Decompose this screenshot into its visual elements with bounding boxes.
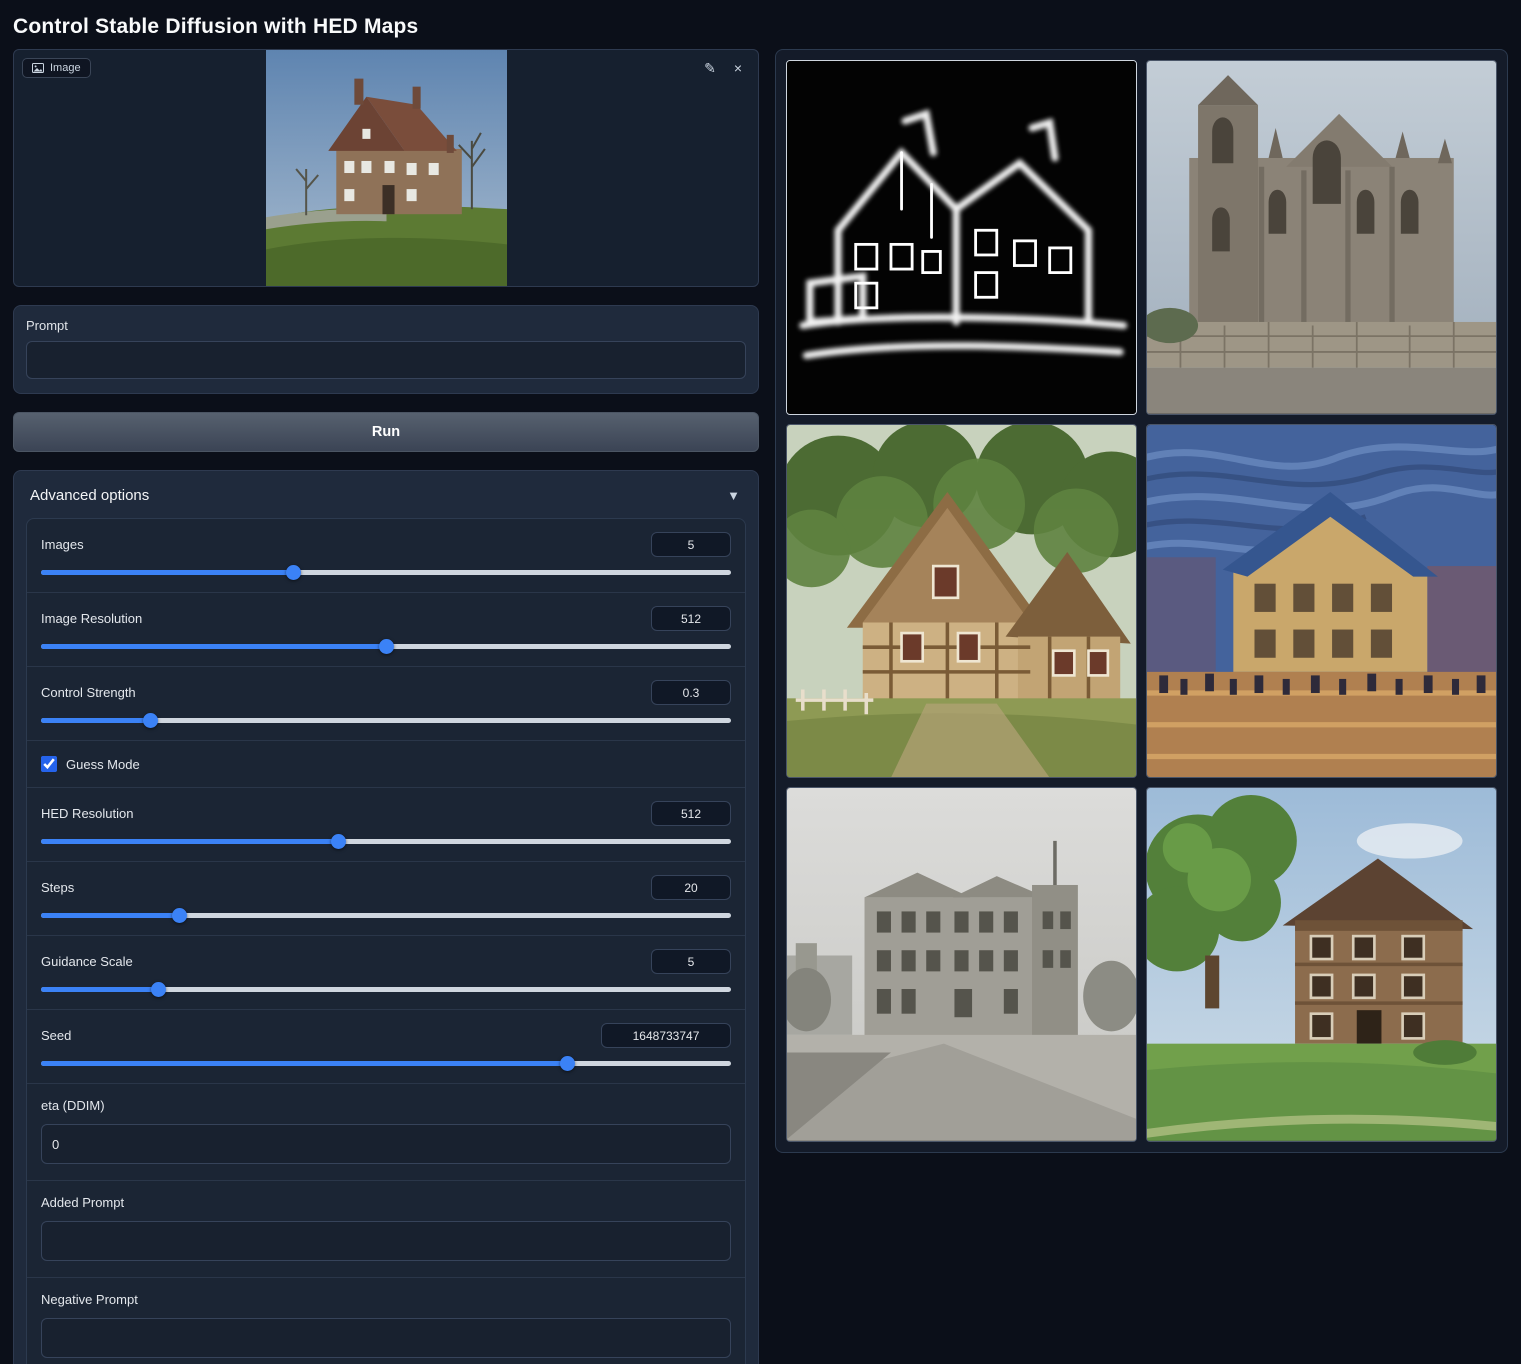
guidance-scale-slider-handle[interactable] (151, 982, 166, 997)
seed-slider-handle[interactable] (560, 1056, 575, 1071)
gallery-item-wooden-cottage[interactable] (786, 424, 1137, 779)
images-slider-row: Images (27, 519, 745, 592)
steps-label: Steps (41, 880, 74, 895)
steps-slider[interactable] (41, 913, 731, 918)
seed-slider[interactable] (41, 1061, 731, 1066)
page-title: Control Stable Diffusion with HED Maps (0, 0, 1521, 49)
edit-image-button[interactable]: ✎ (698, 56, 722, 80)
controls-column: Image ✎ × (13, 49, 759, 1364)
image-resolution-slider-handle[interactable] (379, 639, 394, 654)
image-upload-component[interactable]: Image ✎ × (13, 49, 759, 287)
image-resolution-value-input[interactable] (651, 606, 731, 631)
image-resolution-label: Image Resolution (41, 611, 142, 626)
clear-image-button[interactable]: × (726, 56, 750, 80)
guidance-scale-label: Guidance Scale (41, 954, 133, 969)
close-icon: × (734, 60, 742, 76)
prompt-input[interactable] (26, 341, 746, 379)
gallery-item-stone-cathedral[interactable] (1146, 60, 1497, 415)
images-value-input[interactable] (651, 532, 731, 557)
control-strength-label: Control Strength (41, 685, 136, 700)
images-label: Images (41, 537, 84, 552)
seed-value-input[interactable] (601, 1023, 731, 1048)
hed-resolution-slider[interactable] (41, 839, 731, 844)
guess-mode-checkbox[interactable] (41, 756, 57, 772)
image-icon (32, 62, 44, 74)
gallery-item-vintage-building[interactable] (786, 787, 1137, 1142)
negative-prompt-row: Negative Prompt (27, 1277, 745, 1364)
guess-mode-label[interactable]: Guess Mode (66, 757, 140, 772)
prompt-block: Prompt (13, 305, 759, 394)
steps-slider-row: Steps (27, 861, 745, 935)
added-prompt-row: Added Prompt (27, 1180, 745, 1277)
pencil-icon: ✎ (704, 60, 716, 77)
guidance-scale-value-input[interactable] (651, 949, 731, 974)
advanced-options-form: Images Image Resolution (26, 518, 746, 1364)
advanced-options-title: Advanced options (30, 487, 149, 504)
control-strength-slider-handle[interactable] (143, 713, 158, 728)
eta-row: eta (DDIM) (27, 1083, 745, 1180)
eta-input[interactable] (41, 1124, 731, 1164)
advanced-options-panel: Advanced options ▼ Images (13, 470, 759, 1364)
eta-label: eta (DDIM) (41, 1098, 105, 1113)
chevron-down-icon: ▼ (727, 488, 740, 503)
image-resolution-slider[interactable] (41, 644, 731, 649)
image-resolution-slider-row: Image Resolution (27, 592, 745, 666)
control-strength-slider[interactable] (41, 718, 731, 723)
seed-label: Seed (41, 1028, 71, 1043)
advanced-options-accordion[interactable]: Advanced options ▼ (26, 483, 746, 518)
output-gallery (775, 49, 1508, 1153)
gallery-item-hed-edge-map[interactable] (786, 60, 1137, 415)
negative-prompt-input[interactable] (41, 1318, 731, 1358)
added-prompt-input[interactable] (41, 1221, 731, 1261)
guidance-scale-slider-row: Guidance Scale (27, 935, 745, 1009)
prompt-label: Prompt (26, 318, 746, 333)
negative-prompt-label: Negative Prompt (41, 1292, 138, 1307)
image-label: Image (50, 62, 81, 74)
uploaded-house-photo (266, 49, 507, 287)
control-strength-slider-row: Control Strength (27, 666, 745, 740)
control-strength-value-input[interactable] (651, 680, 731, 705)
seed-slider-row: Seed (27, 1009, 745, 1083)
hed-resolution-slider-row: HED Resolution (27, 787, 745, 861)
gallery-item-painted-building[interactable] (1146, 424, 1497, 779)
guess-mode-row: Guess Mode (27, 740, 745, 787)
hed-resolution-slider-handle[interactable] (331, 834, 346, 849)
added-prompt-label: Added Prompt (41, 1195, 124, 1210)
steps-value-input[interactable] (651, 875, 731, 900)
run-button[interactable]: Run (13, 412, 759, 452)
images-slider[interactable] (41, 570, 731, 575)
gallery-item-country-house[interactable] (1146, 787, 1497, 1142)
image-label-badge: Image (22, 58, 91, 78)
app-window: Control Stable Diffusion with HED Maps I… (0, 0, 1521, 1364)
steps-slider-handle[interactable] (172, 908, 187, 923)
hed-resolution-label: HED Resolution (41, 806, 134, 821)
hed-resolution-value-input[interactable] (651, 801, 731, 826)
guidance-scale-slider[interactable] (41, 987, 731, 992)
images-slider-handle[interactable] (286, 565, 301, 580)
